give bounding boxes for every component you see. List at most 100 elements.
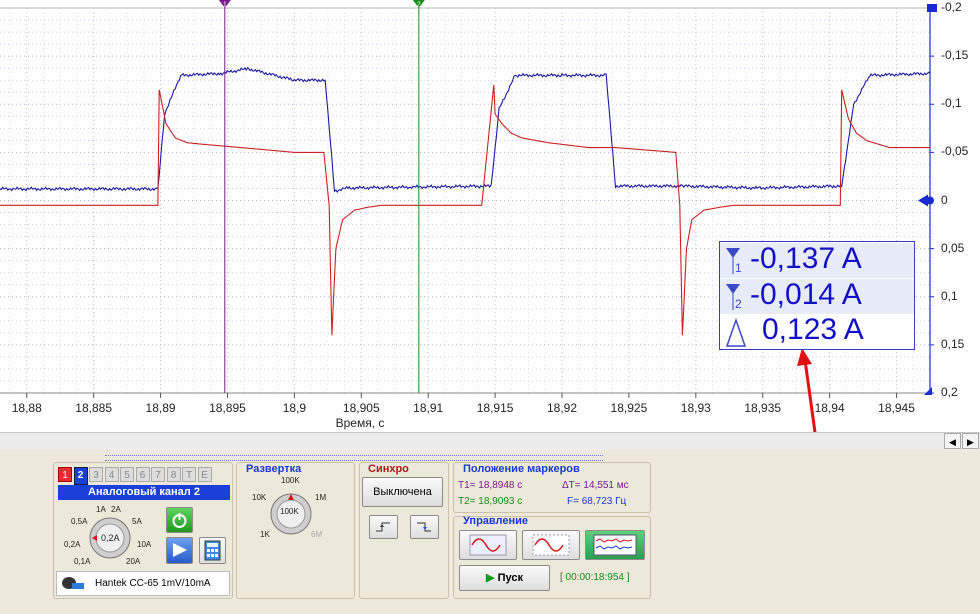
oscilloscope-plot[interactable]: 12 -0,2 -0,15 -0,1 -0,05 0 0,05 0,1 0,15 0,2 18,8… <box>0 0 980 432</box>
y-tick-label: -0,05 <box>941 144 969 159</box>
continuous-mode-button[interactable] <box>522 530 580 560</box>
y-tick-label: -0,15 <box>941 48 969 63</box>
play-icon: ▶ <box>486 572 495 584</box>
marker-t2: T2= 18,9093 с <box>458 496 523 507</box>
y-tick-label: 0,15 <box>941 336 965 351</box>
y-bottom-handle <box>924 387 932 395</box>
sync-title: Синхро <box>368 463 409 475</box>
sweep-label-1k: 1K <box>260 530 270 539</box>
amp-label-1a: 1A <box>96 505 106 514</box>
x-tick-label: 18,925 <box>610 401 648 415</box>
channel-title: Аналоговый канал 2 <box>58 485 230 500</box>
sine-wave-dotted-icon <box>532 534 570 556</box>
sweep-label-10k: 10K <box>252 493 267 502</box>
amp-label-2a: 2A <box>111 505 121 514</box>
marker-position-title: Положение маркеров <box>463 463 580 475</box>
channel-tab-7[interactable]: 7 <box>151 467 165 482</box>
probe-selector[interactable]: Hantek CC-65 1mV/10mA <box>56 571 230 596</box>
channel-tab-5[interactable]: 5 <box>120 467 134 482</box>
readout-value-2: -0,014 A <box>750 278 862 311</box>
power-icon <box>172 513 187 528</box>
time-marker-label-2: 2 <box>417 2 421 9</box>
y-tick-label: 0,1 <box>941 288 958 303</box>
marker2-index: 2 <box>735 297 742 311</box>
y-tick-label: 0,2 <box>941 385 958 399</box>
recorder-mode-button[interactable] <box>585 530 645 560</box>
channel-calculator-button[interactable] <box>199 537 226 564</box>
x-tick-label: 18,91 <box>413 401 444 415</box>
y-tick-label: -0,1 <box>941 96 962 111</box>
marker-frequency: F= 68,723 Гц <box>567 496 627 507</box>
horizontal-scrollbar[interactable]: ◀ ▶ <box>0 432 980 451</box>
panel-resize-grip[interactable] <box>105 455 603 461</box>
marker-t1: T1= 18,8948 с <box>458 480 523 491</box>
sync-rising-edge-button[interactable] <box>369 515 398 539</box>
channel-tab-6[interactable]: 6 <box>135 467 150 482</box>
y-tick-label: -0,2 <box>941 0 962 14</box>
sweep-label-100k: 100K <box>281 476 300 485</box>
x-tick-label: 18,92 <box>546 401 578 415</box>
y-tick-label: 0,05 <box>941 240 965 255</box>
readout-value-1: -0,137 A <box>750 242 862 275</box>
y-tick-label: 0 <box>941 192 948 207</box>
channel-power-button[interactable] <box>166 507 193 533</box>
amp-label-20a: 20A <box>126 557 141 566</box>
readout-row-marker1: 1 -0,137 A <box>720 242 914 278</box>
x-tick-label: 18,905 <box>342 401 380 415</box>
amp-label-5a: 5A <box>132 517 142 526</box>
channel-tab-1[interactable]: 1 <box>58 467 72 482</box>
sweep-knob-value: 100K <box>280 507 299 516</box>
probe-name: Hantek CC-65 1mV/10mA <box>95 578 211 589</box>
amplifier-icon <box>173 543 187 557</box>
channel-tab-t[interactable]: T <box>182 467 196 482</box>
elapsed-time: [ 00:00:18:954 ] <box>560 572 630 583</box>
scroll-left-arrow-icon[interactable]: ◀ <box>944 433 961 449</box>
amp-label-05a: 0,5A <box>71 517 88 526</box>
marker1-index: 1 <box>735 261 742 275</box>
calculator-icon <box>204 540 221 561</box>
plot-canvas[interactable]: 12 <box>0 0 980 432</box>
readout-row-marker2: 2 -0,014 A <box>720 278 914 314</box>
amplitude-knob-value: 0,2A <box>101 533 120 543</box>
scroll-right-arrow-icon[interactable]: ▶ <box>962 433 979 449</box>
amp-label-10a: 10A <box>137 540 152 549</box>
amp-label-01a: 0,1A <box>74 557 91 566</box>
sync-falling-edge-button[interactable] <box>410 515 439 539</box>
x-tick-label: 18,885 <box>75 401 113 415</box>
channel-tab-8[interactable]: 8 <box>166 467 181 482</box>
marker-delta-t: ΔT= 14,551 мс <box>562 480 629 491</box>
falling-edge-icon <box>417 522 431 532</box>
x-axis-title: Время, с <box>335 416 385 430</box>
run-button[interactable]: ▶ Пуск <box>459 565 550 591</box>
annotation-arrowhead <box>797 348 812 366</box>
x-tick-label: 18,94 <box>814 401 845 415</box>
channel-tab-3[interactable]: 3 <box>89 467 103 482</box>
current-clamp-icon <box>62 577 84 589</box>
channel-invert-button[interactable] <box>166 537 193 564</box>
control-title: Управление <box>463 515 529 527</box>
x-tick-label: 18,935 <box>744 401 782 415</box>
x-tick-label: 18,895 <box>209 401 246 415</box>
x-tick-label: 18,9 <box>282 401 307 415</box>
x-tick-label: 18,93 <box>680 401 711 415</box>
readout-row-delta: 0,123 A <box>720 313 914 349</box>
noise-wave-icon <box>593 534 637 556</box>
annotation-arrow <box>803 359 817 432</box>
channel-tab-2[interactable]: 2 <box>73 467 88 485</box>
x-tick-label: 18,945 <box>878 401 915 415</box>
trace-channel-2 <box>0 66 931 193</box>
x-tick-label: 18,915 <box>476 401 514 415</box>
sync-mode-button[interactable]: Выключена <box>362 477 443 507</box>
marker-readout: 1 -0,137 A 2 -0,014 A 0,123 A <box>719 241 915 350</box>
amp-label-02a: 0,2A <box>64 540 81 549</box>
sweep-title: Развертка <box>246 463 302 475</box>
run-button-label: Пуск <box>497 572 523 584</box>
zero-level-dot <box>926 196 934 205</box>
sweep-label-6m: 6M <box>311 530 323 539</box>
channel-tab-4[interactable]: 4 <box>104 467 119 482</box>
x-tick-label: 18,89 <box>145 401 176 415</box>
readout-value-delta: 0,123 A <box>762 313 864 346</box>
single-mode-button[interactable] <box>459 530 517 560</box>
channel-tab-e[interactable]: E <box>197 467 212 482</box>
sweep-label-1m: 1M <box>315 493 327 502</box>
